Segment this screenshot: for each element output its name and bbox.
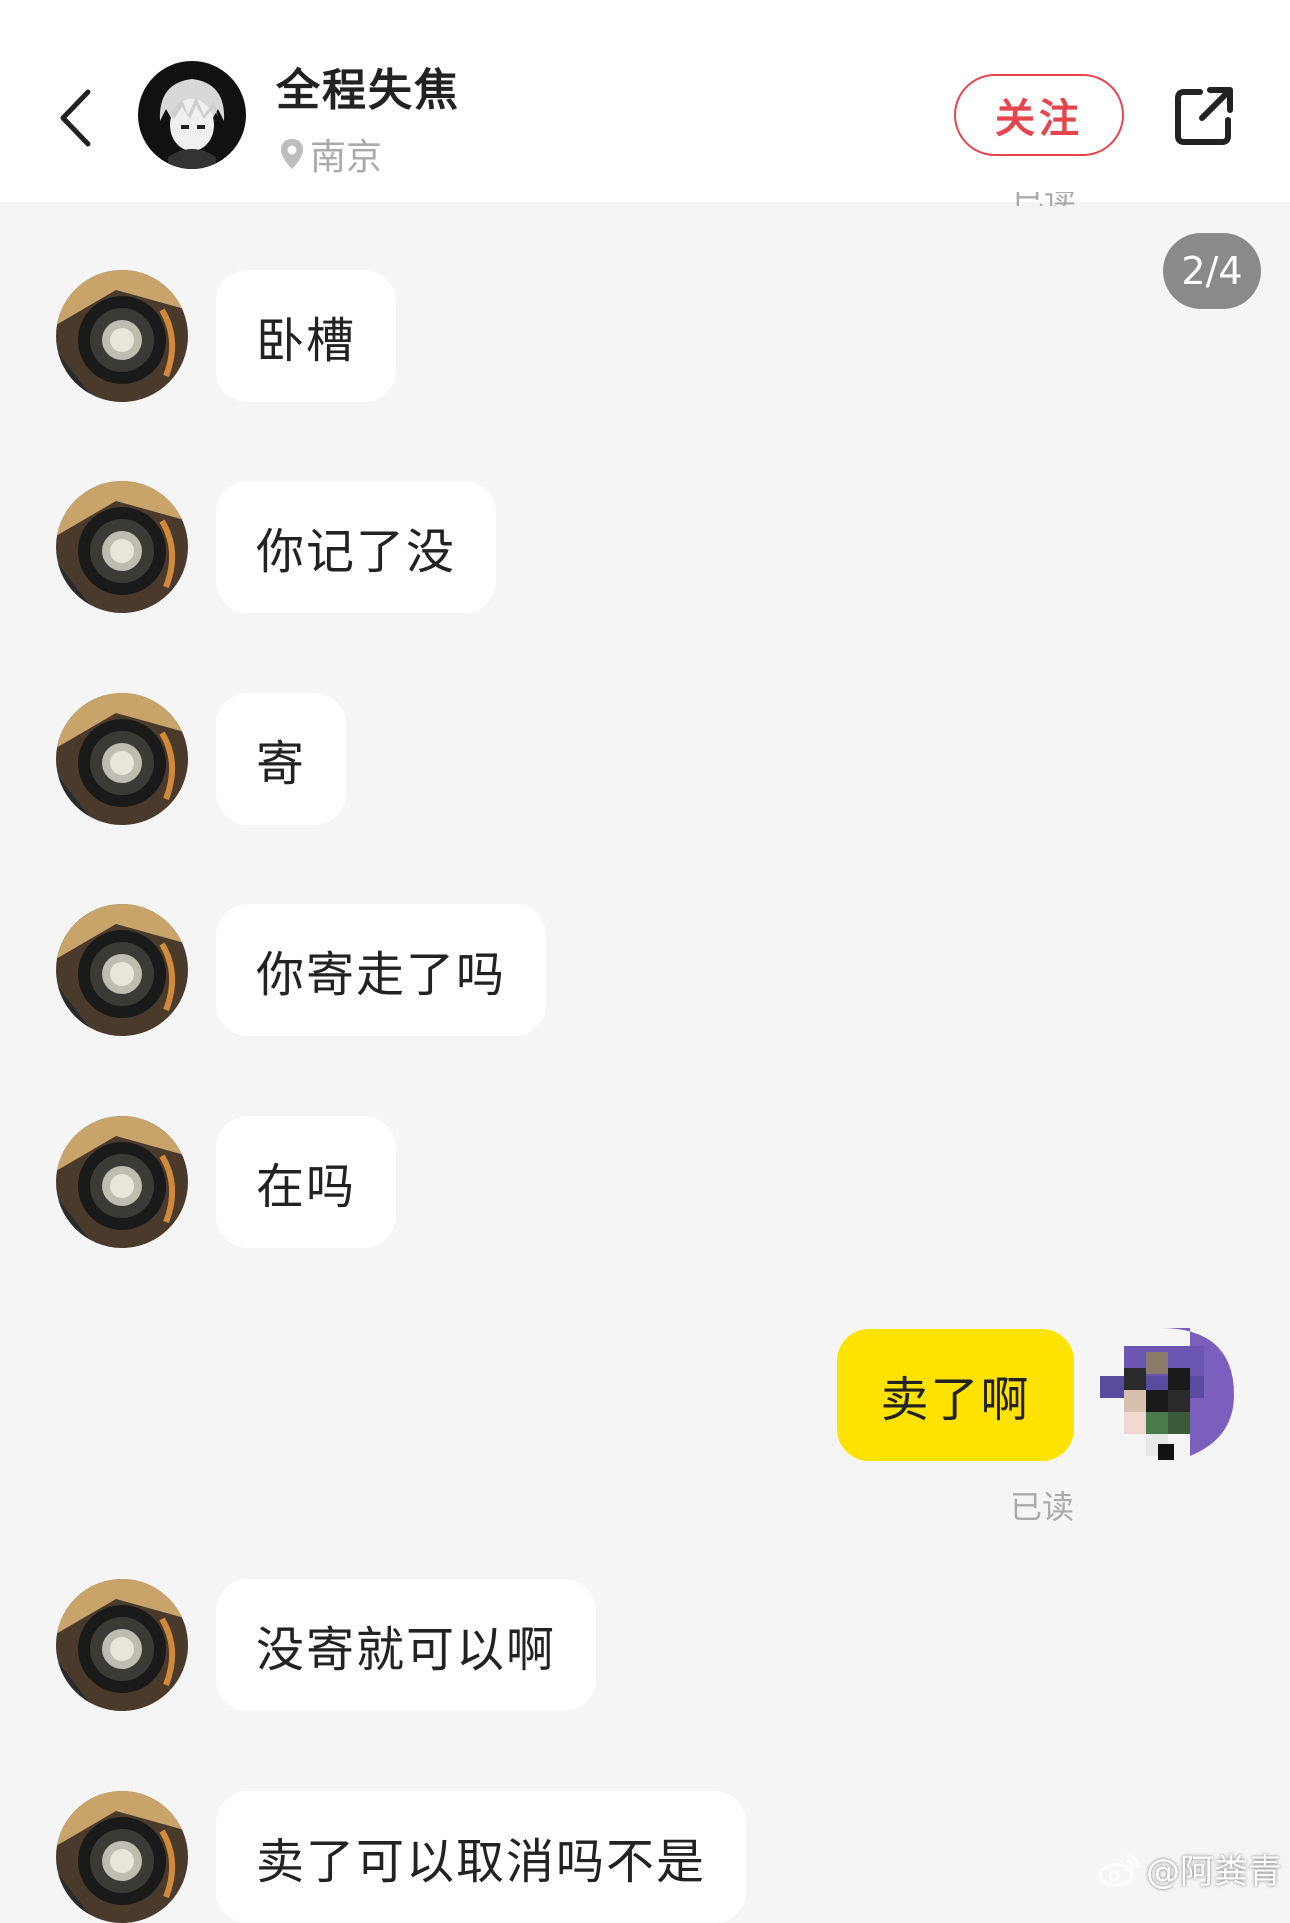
- back-button[interactable]: [50, 78, 100, 158]
- message-bubble[interactable]: 在吗: [216, 1116, 397, 1248]
- read-status-cut: 已读: [1012, 192, 1076, 206]
- watermark: @阿粪青: [1098, 1844, 1282, 1893]
- message-bubble-self[interactable]: 卖了啊: [837, 1329, 1074, 1461]
- message-avatar[interactable]: [56, 481, 188, 613]
- message-bubble[interactable]: 卖了可以取消吗不是: [216, 1791, 747, 1923]
- message-avatar[interactable]: [56, 1116, 188, 1248]
- message-bubble[interactable]: 你记了没: [216, 481, 497, 613]
- message-avatar[interactable]: [56, 904, 188, 1036]
- self-avatar[interactable]: [1100, 1328, 1234, 1462]
- message-avatar[interactable]: [56, 1579, 188, 1711]
- back-arrow-icon: [60, 89, 91, 147]
- message-avatar[interactable]: [56, 1791, 188, 1923]
- peer-location: 南京: [278, 128, 382, 180]
- follow-button[interactable]: 关注: [954, 74, 1124, 156]
- message-avatar[interactable]: [56, 693, 188, 825]
- page-indicator: 2/4: [1163, 233, 1261, 309]
- share-button[interactable]: [1170, 82, 1238, 150]
- watermark-text: @阿粪青: [1146, 1852, 1282, 1892]
- share-icon: [1175, 87, 1233, 145]
- location-pin-icon: [281, 139, 303, 169]
- chat-header: 全程失焦 南京 关注: [0, 0, 1290, 202]
- peer-avatar[interactable]: [138, 61, 246, 169]
- weibo-icon: [1098, 1853, 1140, 1886]
- message-bubble[interactable]: 卧槽: [216, 270, 397, 402]
- read-status: 已读: [1010, 1488, 1075, 1526]
- location-text: 南京: [310, 137, 383, 178]
- message-bubble[interactable]: 你寄走了吗: [216, 904, 547, 1036]
- peer-name: 全程失焦: [276, 65, 460, 116]
- message-bubble[interactable]: 寄: [216, 693, 347, 825]
- message-avatar[interactable]: [56, 270, 188, 402]
- message-bubble[interactable]: 没寄就可以啊: [216, 1579, 597, 1711]
